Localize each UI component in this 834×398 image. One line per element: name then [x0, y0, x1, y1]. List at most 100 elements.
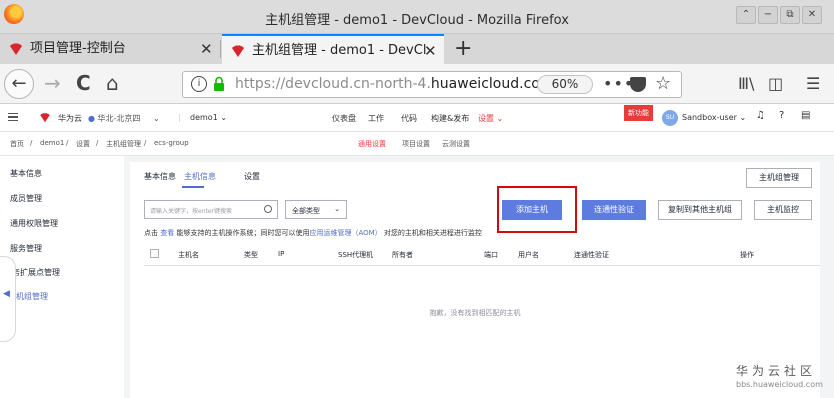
main-panel: 基本信息 主机信息 设置 主机组管理 请输入关键字，按enter键搜索 全部类型… [130, 162, 820, 398]
project-selector[interactable]: demo1 ⌄ [190, 113, 227, 122]
user-name: Sandbox-user [682, 113, 737, 122]
chevron-down-icon: ⌄ [334, 205, 340, 213]
window-controls: ⌃ − ⧉ ✕ [736, 6, 822, 24]
watermark-url: bbs.huaweicloud.com [736, 380, 823, 389]
empty-state-text: 抱歉，没有找到相匹配的主机 [429, 309, 521, 317]
tip-prefix: 点击 [144, 229, 158, 237]
type-select[interactable]: 全部类型 ⌄ [285, 200, 347, 219]
connectivity-verify-button[interactable]: 连通性验证 [582, 200, 646, 220]
notification-bell-icon[interactable]: ♫ [756, 110, 765, 121]
window-maximize-button[interactable]: ⧉ [780, 6, 800, 24]
window-title: 主机组管理 - demo1 - DevCloud - Mozilla Firef… [265, 13, 569, 28]
aom-link[interactable]: 应用运维管理（AOM） [309, 229, 381, 237]
bookmark-star-icon[interactable]: ☆ [655, 73, 671, 94]
huawei-logo-icon [232, 45, 244, 57]
help-icon[interactable]: ? [779, 110, 784, 121]
host-monitor-button[interactable]: 主机监控 [754, 200, 812, 220]
sidebar-toggle-icon[interactable]: ◫ [768, 74, 783, 93]
breadcrumb-separator: / [66, 139, 69, 147]
new-tab-button[interactable]: + [454, 36, 472, 61]
select-all-checkbox[interactable] [150, 249, 159, 258]
sidebar-collapse-handle[interactable] [0, 256, 16, 342]
document-icon[interactable]: ▤ [801, 110, 810, 121]
breadcrumb-host-group[interactable]: 主机组管理 [106, 139, 141, 149]
nav-code[interactable]: 代码 [401, 113, 417, 124]
search-input[interactable]: 请输入关键字，按enter键搜索 [144, 200, 278, 219]
tab-settings[interactable]: 设置 [244, 171, 260, 182]
tab-cloudtest-settings[interactable]: 云测设置 [442, 139, 470, 149]
pocket-icon[interactable] [630, 77, 646, 92]
avatar[interactable]: SU [662, 110, 678, 126]
reload-button[interactable]: C [76, 72, 91, 94]
col-connectivity: 连通性验证 [574, 251, 609, 259]
breadcrumb-separator: / [96, 139, 99, 147]
window-titlebar: 主机组管理 - demo1 - DevCloud - Mozilla Firef… [0, 0, 834, 34]
breadcrumb-home[interactable]: 首页 [10, 139, 24, 149]
sidebar-item-members[interactable]: 成员管理 [10, 193, 42, 204]
tab-label: 项目管理-控制台 [30, 41, 126, 56]
menu-icon[interactable] [8, 113, 18, 121]
url-bar[interactable]: i https://devcloud.cn-north-4.huaweiclou… [182, 71, 682, 98]
os-tip-text: 点击 查看 能够支持的主机操作系统；同时您可以使用应用运维管理（AOM） 对您的… [144, 228, 482, 238]
window-close-button[interactable]: ✕ [802, 6, 822, 24]
huawei-logo-icon [40, 112, 50, 123]
nav-work[interactable]: 工作 [368, 113, 384, 124]
back-button[interactable]: ← [4, 69, 34, 99]
col-actions: 操作 [740, 251, 754, 259]
view-os-link[interactable]: 查看 [160, 229, 174, 237]
host-group-manage-button[interactable]: 主机组管理 [746, 168, 812, 188]
url-domain: huaweicloud.com [430, 76, 554, 92]
col-username: 用户名 [518, 251, 539, 259]
tab-close-icon[interactable]: ✕ [424, 36, 437, 66]
copy-to-group-button[interactable]: 复制到其他主机组 [658, 200, 742, 220]
lock-icon [214, 76, 224, 91]
col-port: 端口 [484, 251, 498, 259]
url-prefix: https://devcloud.cn-north-4. [235, 76, 431, 92]
sidebar-item-basic-info[interactable]: 基本信息 [10, 168, 42, 179]
breadcrumb-settings[interactable]: 设置 [76, 139, 90, 149]
breadcrumb-project[interactable]: demo1 [40, 139, 64, 147]
sidebar-item-services[interactable]: 服务管理 [10, 243, 42, 254]
tab-general-settings[interactable]: 通用设置 [358, 139, 386, 149]
chevron-down-icon: ⌄ [739, 113, 747, 122]
tab-close-icon[interactable]: ✕ [200, 34, 213, 64]
nav-dashboard[interactable]: 仪表盘 [332, 113, 356, 124]
nav-settings[interactable]: 设置 ⌄ [478, 113, 503, 124]
tab-host-group[interactable]: 主机组管理 - demo1 - DevCl ✕ [222, 34, 444, 64]
console-header: 华为云 ● 华北-北京四 ⌄ | demo1 ⌄ 仪表盘 工作 代码 构建&发布… [0, 104, 834, 132]
type-select-value: 全部类型 [292, 207, 320, 215]
brand-name: 华为云 [58, 114, 82, 123]
tab-project-settings[interactable]: 项目设置 [402, 139, 430, 149]
region-label: 华北-北京四 [97, 114, 141, 123]
breadcrumb-current: ecs-group [154, 139, 189, 147]
info-icon[interactable]: i [191, 76, 207, 92]
new-feature-badge[interactable]: 新功能 [624, 105, 653, 121]
zoom-level-button[interactable]: 60% [537, 75, 593, 94]
host-table-header: 主机名 类型 IP SSH代理机 所有者 端口 用户名 连通性验证 操作 [144, 242, 820, 266]
window-up-button[interactable]: ⌃ [736, 6, 756, 24]
header-divider: | [178, 113, 181, 122]
tip-mid: 能够支持的主机操作系统；同时您可以使用 [176, 229, 310, 237]
settings-sidebar: 基本信息 成员管理 通用权限管理 服务管理 服务扩展点管理 主机组管理 ◀ [0, 156, 124, 398]
tab-host-info[interactable]: 主机信息 [184, 171, 216, 182]
region-selector[interactable]: ● 华北-北京四 ⌄ [88, 113, 160, 124]
url-text[interactable]: https://devcloud.cn-north-4.huaweicloud.… [235, 76, 553, 92]
collapse-arrow-icon[interactable]: ◀ [3, 289, 10, 299]
tab-label: 主机组管理 - demo1 - DevCl [252, 43, 427, 58]
col-type: 类型 [244, 251, 258, 259]
location-icon: ● [88, 114, 95, 123]
sidebar-item-permissions[interactable]: 通用权限管理 [10, 218, 58, 229]
forward-button[interactable]: → [44, 72, 61, 94]
browser-navbar: ← → C ⌂ i https://devcloud.cn-north-4.hu… [0, 64, 834, 104]
library-icon[interactable]: Ⅲ\ [738, 74, 754, 93]
tab-basic-info[interactable]: 基本信息 [144, 171, 176, 182]
hamburger-menu-icon[interactable]: ☰ [806, 74, 820, 93]
window-minimize-button[interactable]: − [758, 6, 778, 24]
home-button[interactable]: ⌂ [106, 72, 119, 94]
user-menu[interactable]: Sandbox-user ⌄ [682, 113, 746, 122]
tab-project-console[interactable]: 项目管理-控制台 ✕ [0, 34, 220, 64]
tab-separator [220, 40, 221, 58]
search-icon[interactable] [264, 205, 272, 213]
highlight-box [497, 186, 577, 233]
nav-build-release[interactable]: 构建&发布 [431, 113, 469, 124]
